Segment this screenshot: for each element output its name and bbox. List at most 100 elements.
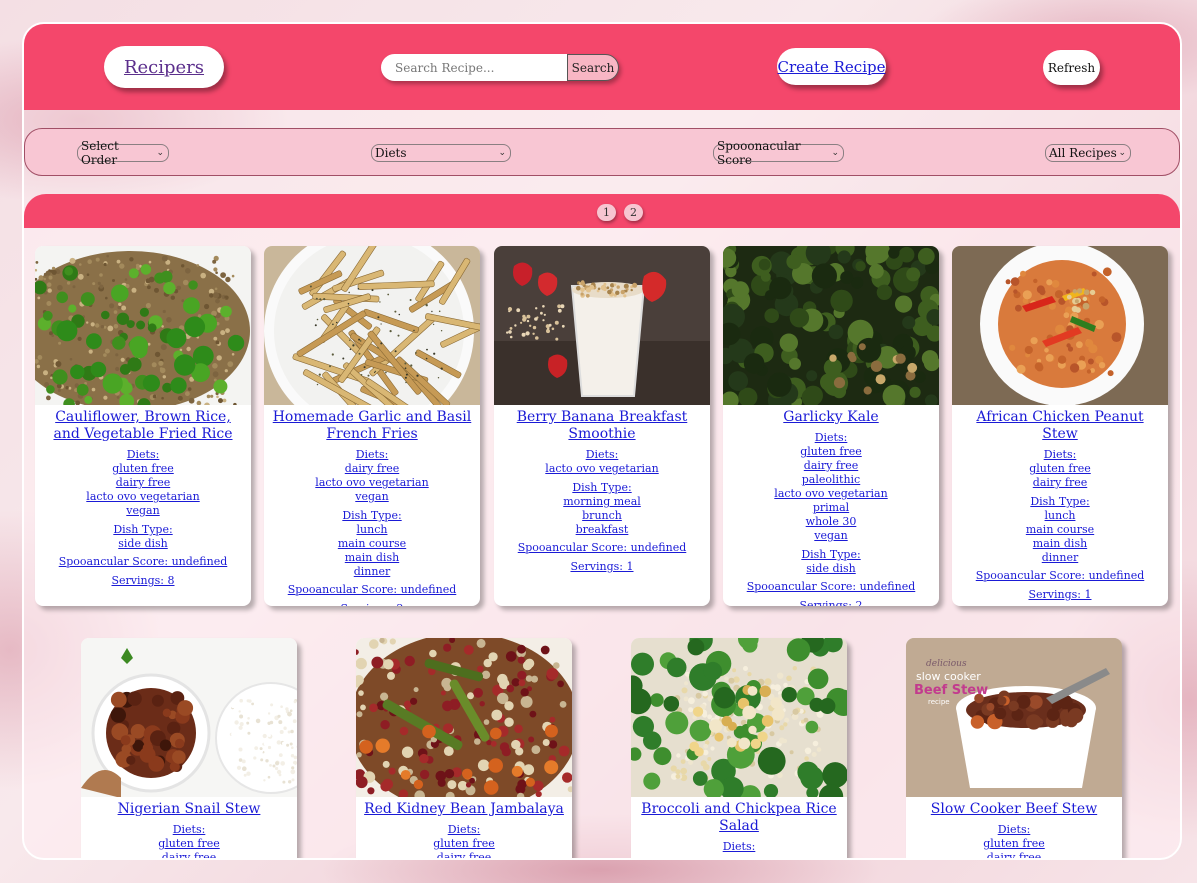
score-select[interactable]: Spooonacular Score ⌄ <box>713 139 844 167</box>
diets-label: Diets: <box>355 448 389 461</box>
diet-item[interactable]: gluten free <box>952 462 1168 476</box>
dish-type-label: Dish Type: <box>1030 495 1090 508</box>
diet-item[interactable]: gluten free <box>906 837 1122 851</box>
smoothie-photo <box>494 246 710 405</box>
header-bar: Recipers Search Create Recipe Refresh <box>24 24 1180 110</box>
recipe-title[interactable]: Broccoli and Chickpea Rice Salad <box>631 797 847 835</box>
diet-item[interactable]: lacto ovo vegetarian <box>723 487 939 501</box>
page-1-button[interactable]: 1 <box>597 204 616 221</box>
broccoli-salad-photo <box>631 638 847 797</box>
servings[interactable]: Servings: 2 <box>723 599 939 606</box>
search-bar: Search <box>381 54 619 81</box>
diet-item[interactable]: vegan <box>35 504 251 518</box>
recipe-title[interactable]: African Chicken Peanut Stew <box>952 405 1168 443</box>
diet-item[interactable]: lacto ovo vegetarian <box>264 476 480 490</box>
diets-select[interactable]: Diets ⌄ <box>371 144 511 162</box>
diets-label: Diets: <box>1043 448 1077 461</box>
diet-item[interactable]: dairy free <box>356 851 572 858</box>
diet-item[interactable]: dairy free <box>952 476 1168 490</box>
dish-type-item[interactable]: breakfast <box>494 523 710 537</box>
diet-item[interactable]: dairy free <box>35 476 251 490</box>
servings[interactable]: Servings: 2 <box>264 602 480 606</box>
dish-type-item[interactable]: dinner <box>952 551 1168 565</box>
spoonacular-score[interactable]: Spooancular Score: undefined <box>952 569 1168 583</box>
recipe-title[interactable]: Garlicky Kale <box>723 405 939 426</box>
source-select[interactable]: All Recipes ⌄ <box>1045 144 1131 162</box>
diets-label: Diets: <box>447 823 481 836</box>
dish-type-item[interactable]: main dish <box>264 551 480 565</box>
recipe-card[interactable]: Red Kidney Bean Jambalaya Diets: gluten fr… <box>356 638 572 858</box>
servings[interactable]: Servings: 1 <box>952 588 1168 602</box>
spoonacular-score[interactable]: Spooancular Score: undefined <box>35 555 251 569</box>
spoonacular-score[interactable]: Spooancular Score: undefined <box>494 541 710 555</box>
spoonacular-score[interactable]: Spooancular Score: undefined <box>264 583 480 597</box>
diets-label: Diets: <box>814 431 848 444</box>
recipe-title[interactable]: Nigerian Snail Stew <box>81 797 297 818</box>
diets-select-value: Diets <box>375 146 407 160</box>
recipe-title[interactable]: Red Kidney Bean Jambalaya <box>356 797 572 818</box>
dish-type-item[interactable]: lunch <box>264 523 480 537</box>
diet-item[interactable]: whole 30 <box>723 515 939 529</box>
diet-item[interactable]: paleolithic <box>723 473 939 487</box>
source-select-value: All Recipes <box>1049 146 1117 160</box>
order-select-value: Select Order <box>81 139 119 167</box>
dish-type-item[interactable]: main course <box>264 537 480 551</box>
recipe-card[interactable]: Cauliflower, Brown Rice, and Vegetable F… <box>35 246 251 606</box>
servings[interactable]: Servings: 1 <box>494 560 710 574</box>
dish-type-item[interactable]: main dish <box>952 537 1168 551</box>
recipe-card[interactable]: Garlicky Kale Diets: gluten free dairy free… <box>723 246 939 606</box>
spoonacular-score[interactable]: Spooancular Score: undefined <box>723 580 939 594</box>
diet-item[interactable]: vegan <box>723 529 939 543</box>
diets-label: Diets: <box>997 823 1031 836</box>
diet-item[interactable]: lacto ovo vegetarian <box>494 462 710 476</box>
recipe-card[interactable]: Berry Banana Breakfast Smoothie Diets: lac… <box>494 246 710 606</box>
svg-text:slow cooker: slow cooker <box>916 670 981 683</box>
recipe-card[interactable]: Homemade Garlic and Basil French Fries Di… <box>264 246 480 606</box>
recipe-title[interactable]: Slow Cooker Beef Stew <box>906 797 1122 818</box>
chevron-down-icon: ⌄ <box>1118 148 1126 158</box>
servings[interactable]: Servings: 8 <box>35 574 251 588</box>
dish-type-item[interactable]: lunch <box>952 509 1168 523</box>
dish-type-item[interactable]: brunch <box>494 509 710 523</box>
search-button[interactable]: Search <box>567 54 619 81</box>
diet-item[interactable]: gluten free <box>81 837 297 851</box>
dish-type-item[interactable]: dinner <box>264 565 480 579</box>
diets-label: Diets: <box>172 823 206 836</box>
kale-photo <box>723 246 939 405</box>
order-select[interactable]: Select Order ⌄ <box>77 139 169 167</box>
recipe-card[interactable]: Nigerian Snail Stew Diets: gluten free dair… <box>81 638 297 858</box>
diet-item[interactable]: dairy free <box>723 459 939 473</box>
search-input[interactable] <box>381 54 567 81</box>
diet-item[interactable]: vegan <box>264 490 480 504</box>
score-select-value: Spooonacular Score <box>717 139 801 167</box>
recipe-card[interactable]: African Chicken Peanut Stew Diets: gluten … <box>952 246 1168 606</box>
diet-item[interactable]: primal <box>723 501 939 515</box>
recipe-grid: Cauliflower, Brown Rice, and Vegetable F… <box>24 228 1180 858</box>
page-2-button[interactable]: 2 <box>624 204 643 221</box>
dish-type-item[interactable]: morning meal <box>494 495 710 509</box>
dish-type-item[interactable]: side dish <box>723 562 939 576</box>
dish-type-item[interactable]: side dish <box>35 537 251 551</box>
recipe-title[interactable]: Homemade Garlic and Basil French Fries <box>264 405 480 443</box>
dish-type-item[interactable]: main course <box>952 523 1168 537</box>
dish-type-label: Dish Type: <box>113 523 173 536</box>
diet-item[interactable]: gluten free <box>35 462 251 476</box>
diet-item[interactable]: gluten free <box>356 837 572 851</box>
refresh-button[interactable]: Refresh <box>1043 50 1100 85</box>
chevron-down-icon: ⌄ <box>498 148 506 158</box>
peanut-stew-photo <box>952 246 1168 405</box>
recipe-card[interactable]: delicious slow cooker Beef Stew recipe Slow … <box>906 638 1122 858</box>
recipe-title[interactable]: Cauliflower, Brown Rice, and Vegetable F… <box>35 405 251 443</box>
create-recipe-button[interactable]: Create Recipe <box>777 48 886 85</box>
diet-item[interactable]: dairy free <box>264 462 480 476</box>
diet-item[interactable]: dairy free <box>81 851 297 858</box>
recipe-title[interactable]: Berry Banana Breakfast Smoothie <box>494 405 710 443</box>
diet-item[interactable]: gluten free <box>723 445 939 459</box>
beef-stew-photo: deliciousslow cookerBeef Stewrecipe <box>906 638 1122 797</box>
pagination-bar: 1 2 <box>24 194 1180 228</box>
brand-link[interactable]: Recipers <box>104 46 224 88</box>
diet-item[interactable]: lacto ovo vegetarian <box>35 490 251 504</box>
chevron-down-icon: ⌄ <box>156 148 164 158</box>
diet-item[interactable]: dairy free <box>906 851 1122 858</box>
recipe-card[interactable]: Broccoli and Chickpea Rice Salad Diets: <box>631 638 847 858</box>
